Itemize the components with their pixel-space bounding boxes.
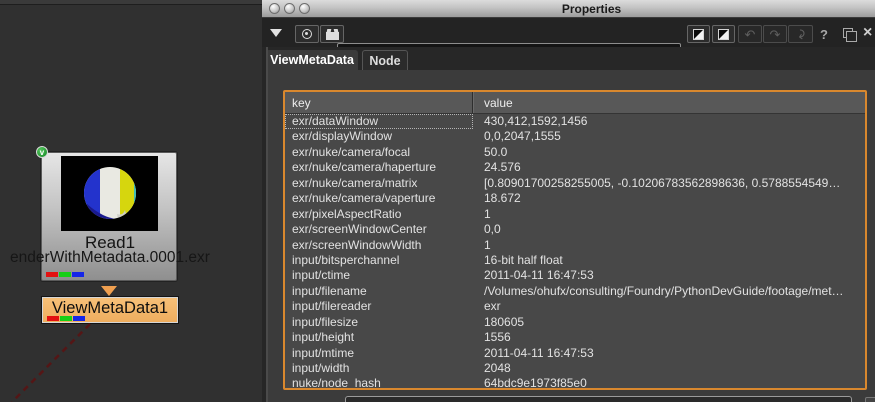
key-cell[interactable]: exr/dataWindow: [285, 114, 473, 129]
key-cell[interactable]: input/filereader: [285, 299, 473, 314]
revert-button[interactable]: ↷: [788, 25, 813, 43]
viewed-badge-icon: v: [36, 146, 48, 158]
table-row[interactable]: exr/nuke/camera/vaperture 18.672: [285, 191, 865, 206]
split-square-icon: [718, 29, 729, 40]
close-panel-button[interactable]: ×: [863, 25, 872, 41]
value-cell[interactable]: 18.672: [473, 191, 865, 206]
table-row[interactable]: input/filename /Volumes/ohufx/consulting…: [285, 284, 865, 299]
table-row[interactable]: exr/nuke/camera/haperture 24.576: [285, 160, 865, 175]
value-cell[interactable]: 0,0: [473, 222, 865, 237]
column-header-value[interactable]: value: [473, 92, 865, 113]
table-row[interactable]: input/mtime 2011-04-11 16:47:53: [285, 346, 865, 361]
table-row[interactable]: exr/pixelAspectRatio 1: [285, 207, 865, 222]
table-row[interactable]: input/bitsperchannel 16-bit half float: [285, 253, 865, 268]
split-square-icon: [693, 29, 704, 40]
undo-icon: ↶: [745, 28, 756, 41]
key-cell[interactable]: input/filename: [285, 284, 473, 299]
float-window-icon[interactable]: [843, 28, 853, 38]
revert-icon: ↷: [793, 28, 808, 41]
properties-window: Properties ↶ ↷ ↷: [262, 0, 875, 402]
metadata-table-body: exr/dataWindow 430,412,1592,1456 exr/dis…: [285, 114, 865, 390]
value-cell[interactable]: 1: [473, 238, 865, 253]
table-row[interactable]: nuke/node_hash 64bdc9e1973f85e0: [285, 376, 865, 390]
key-cell[interactable]: exr/screenWindowWidth: [285, 238, 473, 253]
postage-stamp-button[interactable]: [320, 25, 344, 43]
panel-left-gutter: [262, 47, 268, 402]
redo-button[interactable]: ↷: [763, 25, 787, 43]
dropdown-triangle-icon[interactable]: [270, 29, 282, 37]
tab-bar: ViewMetaData Node: [262, 47, 875, 70]
value-cell[interactable]: 2011-04-11 16:47:53: [473, 346, 865, 361]
channels-b-button[interactable]: [712, 25, 735, 43]
value-cell[interactable]: [0.80901700258255005, -0.102067835628986…: [473, 176, 865, 191]
screen: Read1 v enderWithMetadata.0001.exr ViewM…: [0, 0, 875, 402]
table-row[interactable]: input/ctime 2011-04-11 16:47:53: [285, 268, 865, 283]
read1-channel-strip: [46, 272, 84, 277]
table-row[interactable]: exr/nuke/camera/matrix [0.80901700258255…: [285, 176, 865, 191]
read1-thumbnail: [61, 156, 158, 231]
table-row[interactable]: input/filesize 180605: [285, 315, 865, 330]
read1-filename: enderWithMetadata.0001.exr: [0, 249, 262, 267]
value-cell[interactable]: /Volumes/ohufx/consulting/Foundry/Python…: [473, 284, 865, 299]
beachball-thumbnail-image: [61, 156, 158, 231]
window-title: Properties: [262, 2, 875, 16]
value-cell[interactable]: 2011-04-11 16:47:53: [473, 268, 865, 283]
table-row[interactable]: input/width 2048: [285, 361, 865, 376]
key-cell[interactable]: exr/screenWindowCenter: [285, 222, 473, 237]
value-cell[interactable]: 64bdc9e1973f85e0: [473, 376, 865, 390]
key-cell[interactable]: exr/nuke/camera/focal: [285, 145, 473, 160]
key-cell[interactable]: input/height: [285, 330, 473, 345]
column-header-key[interactable]: key: [285, 92, 473, 113]
panel-header: ↶ ↷ ↷ ? ×: [262, 18, 875, 47]
tab-viewmetadata[interactable]: ViewMetaData: [266, 50, 358, 70]
table-row[interactable]: exr/displayWindow 0,0,2047,1555: [285, 129, 865, 144]
node-graph-canvas[interactable]: Read1 v enderWithMetadata.0001.exr ViewM…: [0, 0, 262, 402]
table-row[interactable]: exr/screenWindowWidth 1: [285, 238, 865, 253]
value-cell[interactable]: 50.0: [473, 145, 865, 160]
key-cell[interactable]: exr/nuke/camera/haperture: [285, 160, 473, 175]
value-cell[interactable]: 430,412,1592,1456: [473, 114, 865, 129]
table-header-row: key value: [285, 92, 865, 114]
channels-a-button[interactable]: [687, 25, 710, 43]
redo-icon: ↷: [770, 28, 781, 41]
node-graph-top-strip: [0, 0, 262, 5]
center-node-icon: [302, 29, 312, 39]
key-cell[interactable]: exr/nuke/camera/matrix: [285, 176, 473, 191]
viewer-connection-wire: [0, 320, 120, 402]
key-cell[interactable]: input/bitsperchannel: [285, 253, 473, 268]
value-cell[interactable]: 180605: [473, 315, 865, 330]
value-cell[interactable]: 1: [473, 207, 865, 222]
key-cell[interactable]: input/width: [285, 361, 473, 376]
center-node-button[interactable]: [295, 25, 319, 43]
key-cell[interactable]: exr/pixelAspectRatio: [285, 207, 473, 222]
key-cell[interactable]: nuke/node_hash: [285, 376, 473, 390]
table-row[interactable]: exr/screenWindowCenter 0,0: [285, 222, 865, 237]
key-cell[interactable]: exr/displayWindow: [285, 129, 473, 144]
partial-button[interactable]: [865, 397, 875, 402]
table-row[interactable]: input/height 1556: [285, 330, 865, 345]
panel-body: key value exr/dataWindow 430,412,1592,14…: [262, 70, 875, 402]
window-titlebar[interactable]: Properties: [262, 0, 875, 18]
undo-button[interactable]: ↶: [738, 25, 762, 43]
help-button[interactable]: ?: [820, 27, 828, 42]
table-row[interactable]: exr/dataWindow 430,412,1592,1456: [285, 114, 865, 129]
value-cell[interactable]: 2048: [473, 361, 865, 376]
table-row[interactable]: input/filereader exr: [285, 299, 865, 314]
monitor-icon: [326, 32, 339, 40]
search-input-partial[interactable]: [345, 396, 852, 402]
node-input-arrow-icon[interactable]: [101, 286, 117, 296]
key-cell[interactable]: input/filesize: [285, 315, 473, 330]
table-row[interactable]: exr/nuke/camera/focal 50.0: [285, 145, 865, 160]
value-cell[interactable]: 16-bit half float: [473, 253, 865, 268]
value-cell[interactable]: 1556: [473, 330, 865, 345]
key-cell[interactable]: exr/nuke/camera/vaperture: [285, 191, 473, 206]
value-cell[interactable]: 0,0,2047,1555: [473, 129, 865, 144]
value-cell[interactable]: 24.576: [473, 160, 865, 175]
metadata-table[interactable]: key value exr/dataWindow 430,412,1592,14…: [283, 90, 867, 390]
key-cell[interactable]: input/mtime: [285, 346, 473, 361]
value-cell[interactable]: exr: [473, 299, 865, 314]
key-cell[interactable]: input/ctime: [285, 268, 473, 283]
tab-node[interactable]: Node: [362, 50, 408, 70]
